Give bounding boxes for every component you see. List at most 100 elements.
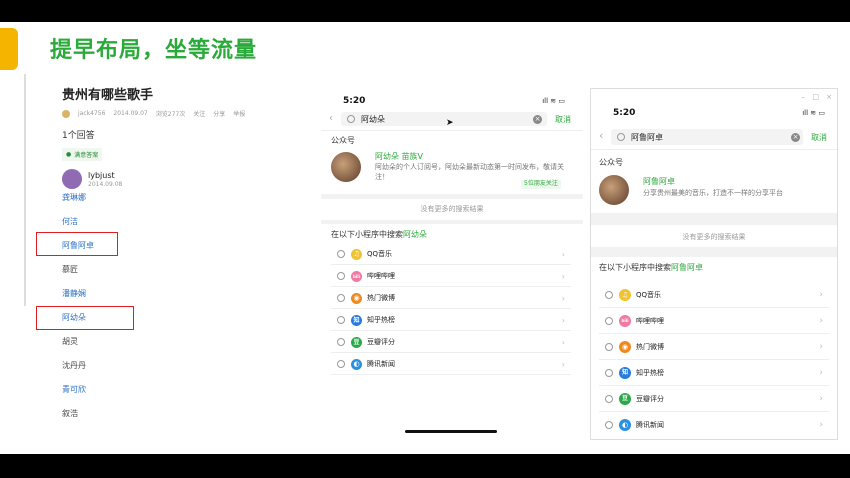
chevron-right-icon: › (819, 368, 823, 378)
back-chevron-icon[interactable]: ‹ (599, 129, 603, 142)
highlight-box-aluazhuo (36, 232, 118, 256)
mini-program-tencent-news[interactable]: ◐ 腾讯新闻 › (331, 354, 571, 375)
minimize-icon[interactable]: – (802, 93, 806, 101)
mini-program-zhihu[interactable]: 知 知乎热榜 › (599, 361, 829, 386)
section-official-accounts: 公众号 (331, 136, 355, 145)
chevron-right-icon: › (819, 342, 823, 352)
mini-program-bilibili[interactable]: bili 哔哩哔哩 › (331, 266, 571, 287)
tencent-news-icon: ◐ (351, 358, 362, 370)
friends-following-tag: 5位朋友关注 (521, 180, 561, 189)
mini-program-bilibili[interactable]: bili 哔哩哔哩 › (599, 309, 829, 334)
slide: 提早布局，坐等流量 贵州有哪些歌手 jack4756 2014.09.07 浏览… (0, 22, 850, 454)
search-icon (337, 360, 345, 368)
cancel-button[interactable]: 取消 (555, 114, 571, 125)
list-item[interactable]: 潘静娴 (62, 288, 86, 299)
chevron-right-icon: › (819, 420, 823, 430)
slide-divider (24, 74, 26, 306)
search-icon (337, 316, 345, 324)
search-input[interactable]: 阿幼朵 (341, 112, 547, 126)
mini-program-qq-music[interactable]: ♫ QQ音乐 › (599, 283, 829, 308)
highlight-box-ayouduo (36, 306, 134, 330)
follow-link[interactable]: 关注 (193, 109, 205, 118)
list-item[interactable]: 青可欣 (62, 384, 86, 395)
section-gap (321, 220, 583, 224)
share-link[interactable]: 分享 (213, 109, 225, 118)
search-icon (605, 317, 613, 325)
search-icon (617, 133, 625, 141)
no-more-results: 没有更多的搜索结果 (682, 233, 746, 241)
douban-icon: 豆 (619, 393, 631, 405)
top-letterbox (0, 0, 850, 22)
mini-program-tencent-news[interactable]: ◐ 腾讯新闻 › (599, 413, 829, 437)
qq-music-icon: ♫ (351, 248, 362, 260)
search-icon (337, 250, 345, 258)
phone-screenshot-ayouduo: 5:20 ıll ≋ ▭ ‹ 阿幼朵 × 取消 公众号 阿幼朵 苗族V 阿幼朵的… (321, 90, 583, 438)
search-icon (605, 369, 613, 377)
status-icons: ıll ≋ ▭ (802, 109, 825, 117)
qq-music-icon: ♫ (619, 289, 631, 301)
clear-icon[interactable]: × (791, 133, 800, 142)
question-panel: 贵州有哪些歌手 jack4756 2014.09.07 浏览277次 关注 分享… (62, 84, 302, 189)
weibo-icon: ◉ (619, 341, 631, 353)
search-icon (337, 294, 345, 302)
search-icon (337, 272, 345, 280)
chevron-right-icon: › (819, 290, 823, 300)
list-item[interactable]: 龚琳娜 (62, 192, 86, 203)
asker-avatar (62, 109, 70, 118)
author-name: lybjust (88, 170, 115, 180)
asker-name[interactable]: jack4756 (78, 110, 105, 117)
mini-program-label: 哔哩哔哩 (636, 317, 664, 325)
account-name[interactable]: 阿鲁阿卓 (643, 176, 675, 187)
section-gap (321, 194, 583, 199)
mini-program-douban[interactable]: 豆 豆瓣评分 › (599, 387, 829, 412)
view-count: 浏览277次 (155, 111, 186, 118)
clear-icon[interactable]: × (533, 115, 542, 124)
search-icon (605, 421, 613, 429)
no-more-results: 没有更多的搜索结果 (420, 205, 484, 213)
close-icon[interactable]: × (826, 93, 832, 101)
avatar (62, 169, 82, 189)
best-answer-label: 满意答案 (74, 152, 99, 159)
cancel-button[interactable]: 取消 (811, 132, 827, 143)
answer-count: 1个回答 (62, 131, 95, 141)
account-avatar[interactable] (331, 152, 361, 182)
answer-author[interactable]: lybjust 2014.09.08 (62, 169, 302, 189)
question-meta: jack4756 2014.09.07 浏览277次 关注 分享 举报 (62, 109, 302, 118)
slide-title: 提早布局，坐等流量 (50, 38, 258, 63)
section-gap (591, 247, 837, 257)
chevron-right-icon: › (819, 316, 823, 326)
account-name[interactable]: 阿幼朵 苗族V (375, 151, 423, 162)
chevron-right-icon: › (819, 394, 823, 404)
mini-program-zhihu[interactable]: 知 知乎热榜 › (331, 310, 571, 331)
search-input[interactable]: 阿鲁阿卓 (611, 129, 803, 145)
account-description: 分享贵州最美的音乐，打造不一样的分享平台 (643, 189, 783, 197)
maximize-icon[interactable]: □ (812, 93, 819, 101)
list-item: 沈丹丹 (62, 361, 86, 370)
mini-program-label: 豆瓣评分 (367, 338, 395, 346)
mini-program-weibo[interactable]: ◉ 热门微博 › (331, 288, 571, 309)
status-time: 5:20 (613, 108, 636, 118)
mini-program-qq-music[interactable]: ♫ QQ音乐 › (331, 244, 571, 265)
mini-program-header: 在以下小程序中搜索阿鲁阿卓 (599, 262, 703, 273)
account-name-text: 阿幼朵 苗族V (375, 152, 424, 161)
account-avatar[interactable] (599, 175, 629, 205)
mini-program-header: 在以下小程序中搜索阿幼朵 (331, 229, 427, 240)
mini-program-douban[interactable]: 豆 豆瓣评分 › (331, 332, 571, 353)
search-icon (605, 395, 613, 403)
bilibili-icon: bili (619, 315, 631, 327)
chevron-right-icon: › (561, 249, 565, 259)
search-query: 阿鲁阿卓 (631, 132, 663, 142)
search-icon (605, 343, 613, 351)
report-link[interactable]: 举报 (233, 109, 245, 118)
bottom-letterbox (0, 454, 850, 478)
back-chevron-icon[interactable]: ‹ (329, 113, 333, 124)
mini-program-weibo[interactable]: ◉ 热门微博 › (599, 335, 829, 360)
list-item: 慕匠 (62, 265, 78, 274)
mini-program-label: 腾讯新闻 (367, 360, 395, 368)
divider (591, 149, 837, 150)
list-item: 胡灵 (62, 337, 78, 346)
list-item[interactable]: 何洁 (62, 216, 78, 227)
zhihu-icon: 知 (619, 367, 631, 379)
mini-program-label: QQ音乐 (636, 291, 662, 299)
search-icon (347, 115, 355, 123)
